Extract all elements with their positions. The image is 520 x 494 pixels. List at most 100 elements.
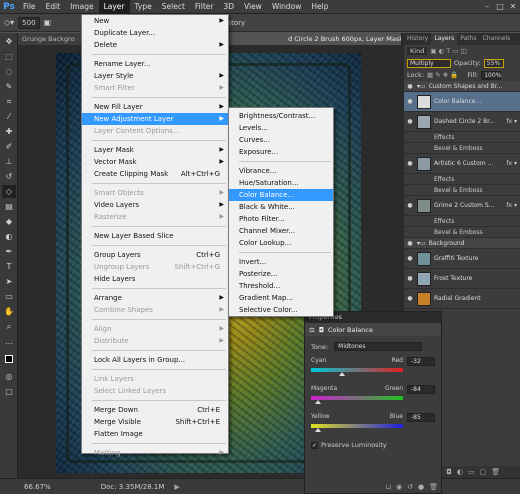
eye-icon[interactable]: ● <box>406 202 414 209</box>
menu-item-color-lookup[interactable]: Color Lookup... <box>229 237 333 249</box>
eraser-tool-icon[interactable]: ◇ <box>2 185 16 198</box>
menu-window[interactable]: Window <box>267 0 307 14</box>
mask-icon[interactable]: ◘ <box>319 326 324 334</box>
tab-channels[interactable]: Channels <box>480 33 514 45</box>
menu-item-duplicate-layer[interactable]: Duplicate Layer... <box>82 27 228 39</box>
zoom-level[interactable]: 66.67% <box>24 483 51 491</box>
layer-row[interactable]: ● Dashed Circle 2 Br... fx ▾ <box>404 112 520 132</box>
menu-item-new-fill-layer[interactable]: New Fill Layer ▶ <box>82 101 228 113</box>
menu-item-selective-color[interactable]: Selective Color... <box>229 304 333 316</box>
menu-item-gradient-map[interactable]: Gradient Map... <box>229 292 333 304</box>
layer-effect[interactable]: Bevel & Emboss <box>404 143 520 154</box>
menu-3d[interactable]: 3D <box>218 0 239 14</box>
slider-value-input[interactable]: -85 <box>407 413 435 422</box>
blur-tool-icon[interactable]: ◆ <box>2 215 16 228</box>
blend-mode-select[interactable]: Multiply <box>407 58 451 68</box>
fx-icon[interactable]: fx ▾ <box>506 160 517 167</box>
menu-filter[interactable]: Filter <box>190 0 219 14</box>
menu-file[interactable]: File <box>18 0 41 14</box>
slider-value-input[interactable]: -32 <box>407 357 435 366</box>
marquee-tool-icon[interactable]: ⬚ <box>2 50 16 63</box>
menu-item-new-adjustment-layer[interactable]: New Adjustment Layer ▶ <box>82 113 228 125</box>
move-tool-icon[interactable]: ✥ <box>2 35 16 48</box>
slider-track[interactable] <box>311 396 403 400</box>
eye-icon[interactable]: ● <box>406 98 414 105</box>
menu-item-vibrance[interactable]: Vibrance... <box>229 165 333 177</box>
menu-item-new[interactable]: New ▶ <box>82 15 228 27</box>
menu-item-vector-mask[interactable]: Vector Mask ▶ <box>82 156 228 168</box>
opacity-input[interactable]: 55% <box>483 58 504 68</box>
eyedropper-tool-icon[interactable]: ⁄ <box>2 110 16 123</box>
menu-item-threshold[interactable]: Threshold... <box>229 280 333 292</box>
eye-icon[interactable]: ● <box>406 240 414 247</box>
menu-item-arrange[interactable]: Arrange ▶ <box>82 292 228 304</box>
menu-item-brightness-contrast[interactable]: Brightness/Contrast... <box>229 110 333 122</box>
menu-item-group-layers[interactable]: Group Layers Ctrl+G <box>82 249 228 261</box>
menu-item-new-layer-based-slice[interactable]: New Layer Based Slice <box>82 230 228 242</box>
maximize-icon[interactable]: □ <box>495 1 505 12</box>
screen-mode-icon[interactable]: ▢ <box>2 385 16 398</box>
history-brush-tool-icon[interactable]: ↺ <box>2 170 16 183</box>
brush-panel-icon[interactable]: ▣ <box>44 18 52 27</box>
type-tool-icon[interactable]: T <box>2 260 16 273</box>
eye-icon[interactable]: ● <box>406 275 414 282</box>
slider-thumb[interactable] <box>315 400 322 404</box>
menu-select[interactable]: Select <box>157 0 190 14</box>
menu-item-color-balance[interactable]: Color Balance... <box>229 189 333 201</box>
trash-icon[interactable]: 🗑 <box>491 468 500 476</box>
menu-item-merge-down[interactable]: Merge Down Ctrl+E <box>82 404 228 416</box>
menu-image[interactable]: Image <box>65 0 99 14</box>
layer-row[interactable]: ● Grime 2 Custom S... fx ▾ <box>404 196 520 216</box>
menu-item-layer-mask[interactable]: Layer Mask ▶ <box>82 144 228 156</box>
stamp-tool-icon[interactable]: ⊥ <box>2 155 16 168</box>
menu-item-layer-style[interactable]: Layer Style ▶ <box>82 70 228 82</box>
tab-layers[interactable]: Layers <box>431 33 458 45</box>
menu-item-merge-visible[interactable]: Merge Visible Shift+Ctrl+E <box>82 416 228 428</box>
hand-tool-icon[interactable]: ✋ <box>2 305 16 318</box>
color-balance-slider[interactable]: Yellow Blue -85 <box>311 413 435 435</box>
menu-view[interactable]: View <box>239 0 267 14</box>
menu-item-rename-layer[interactable]: Rename Layer... <box>82 58 228 70</box>
menu-item-levels[interactable]: Levels... <box>229 122 333 134</box>
layer-row[interactable]: ● Radial Gradient <box>404 289 520 309</box>
color-balance-slider[interactable]: Magenta Green -84 <box>311 385 435 407</box>
menu-item-lock-all-layers-in-group[interactable]: Lock All Layers in Group... <box>82 354 228 366</box>
trash-icon[interactable]: 🗑 <box>429 483 438 491</box>
fx-icon[interactable]: fx ▾ <box>506 118 517 125</box>
slider-thumb[interactable] <box>314 428 321 432</box>
menu-item-posterize[interactable]: Posterize... <box>229 268 333 280</box>
menu-item-curves[interactable]: Curves... <box>229 134 333 146</box>
fx-icon[interactable]: fx ▾ <box>506 202 517 209</box>
layer-effect[interactable]: Effects <box>404 216 520 227</box>
menu-item-delete[interactable]: Delete ▶ <box>82 39 228 51</box>
adjustment-icon[interactable]: ◐ <box>457 468 463 476</box>
eye-icon[interactable]: ● <box>418 483 424 491</box>
color-balance-slider[interactable]: Cyan Red -32 <box>311 357 435 379</box>
slider-thumb[interactable] <box>339 372 346 376</box>
menu-help[interactable]: Help <box>306 0 333 14</box>
color-swatches-icon[interactable] <box>2 350 16 368</box>
filter-icons[interactable]: ▣ ◐ T ▭ ◫ <box>430 47 466 55</box>
quick-mask-icon[interactable]: ◎ <box>2 370 16 383</box>
fill-input[interactable]: 100% <box>481 70 501 80</box>
quick-select-tool-icon[interactable]: ✎ <box>2 80 16 93</box>
brush-tool-icon[interactable]: ✐ <box>2 140 16 153</box>
preserve-luminosity-checkbox[interactable]: ✓ <box>311 441 318 449</box>
layer-row[interactable]: ● Frost Texture <box>404 269 520 289</box>
eye-icon[interactable]: ● <box>406 255 414 262</box>
healing-tool-icon[interactable]: ✚ <box>2 125 16 138</box>
close-icon[interactable]: ✕ <box>508 1 518 12</box>
eye-icon[interactable]: ● <box>406 83 414 90</box>
pen-tool-icon[interactable]: ✒ <box>2 245 16 258</box>
lock-icons[interactable]: ▦ ✎ ✥ 🔒 <box>427 71 458 79</box>
layer-group-custom-shapes[interactable]: ● ▾▭ Custom Shapes and Br... <box>404 81 520 92</box>
new-layer-icon[interactable]: ▢ <box>480 468 487 476</box>
menu-item-hue-saturation[interactable]: Hue/Saturation... <box>229 177 333 189</box>
layer-effect[interactable]: Effects <box>404 132 520 143</box>
layer-row[interactable]: ● Artistic 6 Custom ... fx ▾ <box>404 154 520 174</box>
menu-item-hide-layers[interactable]: Hide Layers <box>82 273 228 285</box>
menu-item-flatten-image[interactable]: Flatten Image <box>82 428 228 440</box>
tone-select[interactable]: Midtones <box>334 342 423 351</box>
mask-icon[interactable]: ◘ <box>446 468 452 476</box>
menu-item-video-layers[interactable]: Video Layers ▶ <box>82 199 228 211</box>
